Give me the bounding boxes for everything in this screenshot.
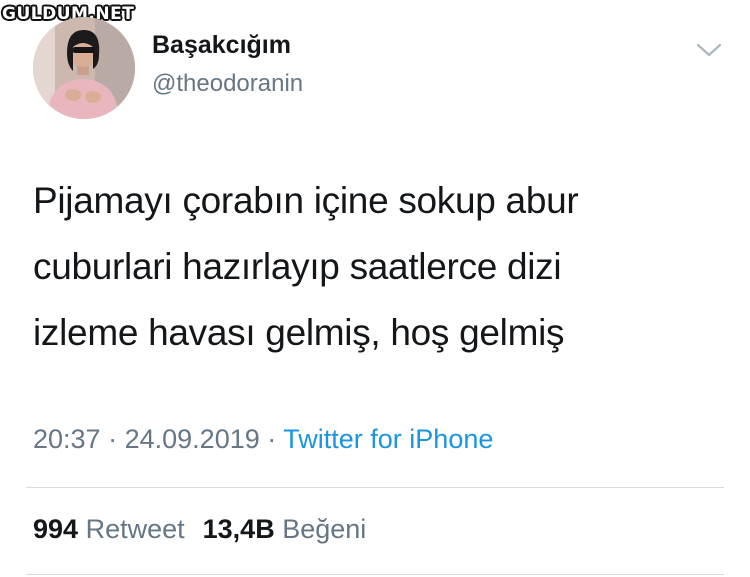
like-count: 13,4B xyxy=(202,514,275,544)
chevron-down-icon[interactable] xyxy=(694,38,724,62)
avatar-photo xyxy=(33,17,135,119)
like-stat[interactable]: 13,4B Beğeni xyxy=(203,514,367,544)
tweet-text: Pijamayı çorabın içine sokup abur cuburl… xyxy=(33,168,723,366)
avatar[interactable] xyxy=(33,17,135,119)
retweet-count: 994 xyxy=(33,514,79,544)
retweet-stat[interactable]: 994 Retweet xyxy=(33,514,185,544)
tweet-source-link[interactable]: Twitter for iPhone xyxy=(283,424,493,454)
tweet-time[interactable]: 20:37 xyxy=(33,424,101,454)
divider xyxy=(26,487,724,488)
tweet-line: izleme havası gelmiş, hoş gelmiş xyxy=(33,312,565,353)
tweet-line: cuburlari hazırlayıp saatlerce dizi xyxy=(33,246,562,287)
meta-separator: · xyxy=(267,424,277,454)
tweet-stats: 994 Retweet 13,4B Beğeni xyxy=(33,514,366,545)
display-name[interactable]: Başakcığım xyxy=(152,31,291,60)
user-handle[interactable]: @theodoranin xyxy=(152,70,303,98)
tweet-date[interactable]: 24.09.2019 xyxy=(125,424,260,454)
tweet-meta: 20:37 · 24.09.2019 · Twitter for iPhone xyxy=(33,424,493,455)
tweet-line: Pijamayı çorabın içine sokup abur xyxy=(33,180,579,221)
divider xyxy=(26,574,724,575)
like-label: Beğeni xyxy=(282,514,367,544)
meta-separator: · xyxy=(108,424,118,454)
retweet-label: Retweet xyxy=(85,514,185,544)
